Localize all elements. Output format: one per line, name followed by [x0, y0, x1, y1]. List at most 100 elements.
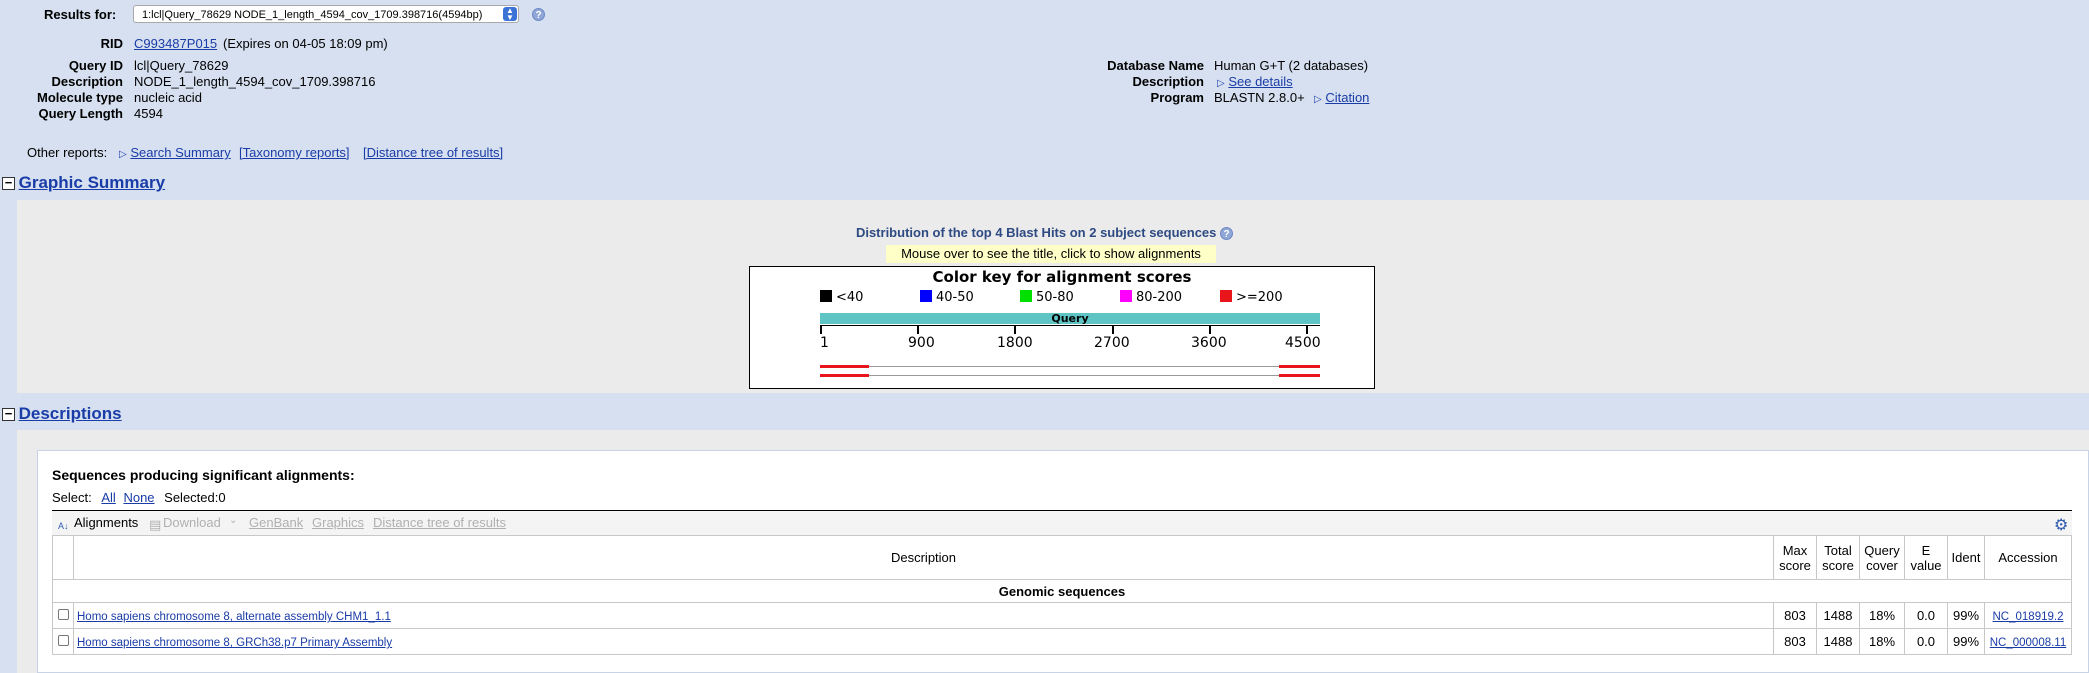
- column-header-accession[interactable]: Accession: [1984, 535, 2072, 580]
- axis-tick-label: 900: [908, 335, 935, 351]
- help-icon[interactable]: ?: [1220, 227, 1234, 240]
- collapse-icon[interactable]: −: [2, 407, 15, 421]
- query-length-label: Query Length: [38, 106, 123, 121]
- search-summary-toggle[interactable]: ▷ Search Summary: [119, 145, 231, 160]
- e-value-cell: 0.0: [1904, 602, 1948, 629]
- search-summary-link[interactable]: Search Summary: [130, 145, 230, 160]
- color-key-item: 80-200: [1120, 290, 1182, 305]
- select-controls: Select: All None Selected:0: [52, 490, 226, 505]
- color-key-item: 40-50: [920, 290, 974, 305]
- citation-link[interactable]: Citation: [1325, 90, 1369, 105]
- axis-tick: [1112, 325, 1114, 334]
- download-icon: ▤: [149, 517, 162, 532]
- collapse-icon[interactable]: −: [2, 176, 15, 190]
- column-header-max-score[interactable]: Max score: [1773, 535, 1817, 580]
- ident-cell: 99%: [1947, 602, 1985, 629]
- total-score-cell: 1488: [1816, 602, 1860, 629]
- descriptions-title[interactable]: Descriptions: [19, 404, 122, 423]
- rid-expires: (Expires on 04-05 18:09 pm): [223, 36, 388, 51]
- color-key-item: <40: [820, 290, 863, 305]
- help-icon[interactable]: ?: [532, 8, 545, 21]
- color-key-label: >=200: [1236, 290, 1283, 305]
- graphic-summary-header[interactable]: − Graphic Summary: [2, 173, 165, 193]
- results-for-label: Results for:: [44, 7, 117, 22]
- sequences-heading: Sequences producing significant alignmen…: [52, 467, 355, 483]
- max-score-cell: 803: [1773, 602, 1817, 629]
- column-header-description[interactable]: Description: [73, 535, 1774, 580]
- see-details-toggle[interactable]: ▷ See details: [1217, 74, 1293, 89]
- hit-connector: [869, 366, 1279, 367]
- color-key-item: 50-80: [1020, 290, 1074, 305]
- total-score-cell: 1488: [1816, 628, 1860, 655]
- table-row: Homo sapiens chromosome 8, GRCh38.p7 Pri…: [52, 628, 2072, 655]
- triangle-right-icon: ▷: [1217, 78, 1225, 89]
- column-header-ident[interactable]: Ident: [1947, 535, 1985, 580]
- select-arrows-icon: ▲ ▼: [503, 7, 517, 22]
- graphics-link[interactable]: Graphics: [312, 515, 364, 530]
- results-for-select[interactable]: 1:lcl|Query_78629 NODE_1_length_4594_cov…: [133, 5, 519, 23]
- rid-link[interactable]: C993487P015: [134, 36, 217, 51]
- color-swatch: [820, 290, 832, 302]
- column-header-query-cover[interactable]: Query cover: [1859, 535, 1905, 580]
- axis-tick: [820, 325, 822, 334]
- hit-segment[interactable]: [820, 365, 869, 368]
- query-bar: Query: [820, 313, 1320, 324]
- color-swatch: [920, 290, 932, 302]
- checkbox-column-header: [52, 535, 74, 580]
- axis-tick: [1014, 325, 1016, 334]
- program-value: BLASTN 2.8.0+: [1214, 90, 1305, 105]
- program-label: Program: [1150, 90, 1204, 105]
- color-key-label: <40: [836, 290, 864, 305]
- accession-link[interactable]: NC_000008.11: [1990, 637, 2067, 649]
- triangle-right-icon: ▷: [1314, 94, 1322, 105]
- row-checkbox[interactable]: [57, 609, 69, 620]
- column-header-e-value[interactable]: E value: [1904, 535, 1948, 580]
- alignments-button[interactable]: Alignments: [74, 515, 138, 530]
- other-reports-label: Other reports:: [27, 145, 108, 160]
- accession-link[interactable]: NC_018919.2: [1993, 611, 2064, 623]
- hit-segment[interactable]: [1279, 365, 1320, 368]
- chevron-down-icon: ⌄: [229, 515, 238, 526]
- query-description-value: NODE_1_length_4594_cov_1709.398716: [134, 74, 376, 89]
- hit-description-link[interactable]: Homo sapiens chromosome 8, GRCh38.p7 Pri…: [77, 637, 392, 649]
- see-details-link[interactable]: See details: [1228, 74, 1292, 89]
- distribution-title-text: Distribution of the top 4 Blast Hits on …: [855, 225, 1217, 240]
- color-key-title: Color key for alignment scores: [932, 268, 1192, 286]
- table-header-row: Description Max score Total score Query …: [52, 535, 2072, 580]
- row-checkbox-cell: [52, 602, 74, 629]
- query-cover-cell: 18%: [1859, 628, 1905, 655]
- hit-segment[interactable]: [820, 374, 869, 377]
- gear-icon[interactable]: ⚙: [2054, 515, 2068, 535]
- results-table: Description Max score Total score Query …: [52, 535, 2072, 655]
- hit-connector: [869, 375, 1279, 376]
- color-key-label: 40-50: [936, 290, 974, 305]
- query-description-label: Description: [51, 74, 123, 89]
- molecule-type-value: nucleic acid: [134, 90, 202, 105]
- ident-cell: 99%: [1947, 628, 1985, 655]
- axis-tick: [917, 325, 919, 334]
- hit-description-link[interactable]: Homo sapiens chromosome 8, alternate ass…: [77, 611, 391, 623]
- distance-tree-toolbar-link[interactable]: Distance tree of results: [373, 515, 506, 530]
- query-id-label: Query ID: [68, 58, 123, 73]
- mouse-over-note: Mouse over to see the title, click to sh…: [886, 245, 1216, 263]
- rid-label: RID: [100, 36, 123, 51]
- descriptions-header[interactable]: − Descriptions: [2, 404, 122, 424]
- genbank-link[interactable]: GenBank: [249, 515, 303, 530]
- descriptions-toolbar: A↓Z Alignments ▤ Download ⌄ GenBank Grap…: [52, 510, 2072, 546]
- hit-segment[interactable]: [1279, 374, 1320, 377]
- color-swatch: [1120, 290, 1132, 302]
- select-none-link[interactable]: None: [123, 490, 154, 505]
- distance-tree-link[interactable]: [Distance tree of results]: [363, 145, 503, 160]
- select-all-link[interactable]: All: [101, 490, 115, 505]
- row-checkbox[interactable]: [57, 635, 69, 646]
- citation-toggle[interactable]: ▷ Citation: [1314, 90, 1369, 105]
- axis-tick-label: 2700: [1094, 335, 1130, 351]
- graphic-summary-title[interactable]: Graphic Summary: [19, 173, 165, 192]
- color-key-item: >=200: [1220, 290, 1283, 305]
- taxonomy-reports-link[interactable]: [Taxonomy reports]: [239, 145, 350, 160]
- column-header-total-score[interactable]: Total score: [1816, 535, 1860, 580]
- triangle-right-icon: ▷: [119, 149, 127, 160]
- database-description-label: Description: [1132, 74, 1204, 89]
- query-axis: [820, 325, 1320, 326]
- download-button[interactable]: Download: [163, 515, 221, 530]
